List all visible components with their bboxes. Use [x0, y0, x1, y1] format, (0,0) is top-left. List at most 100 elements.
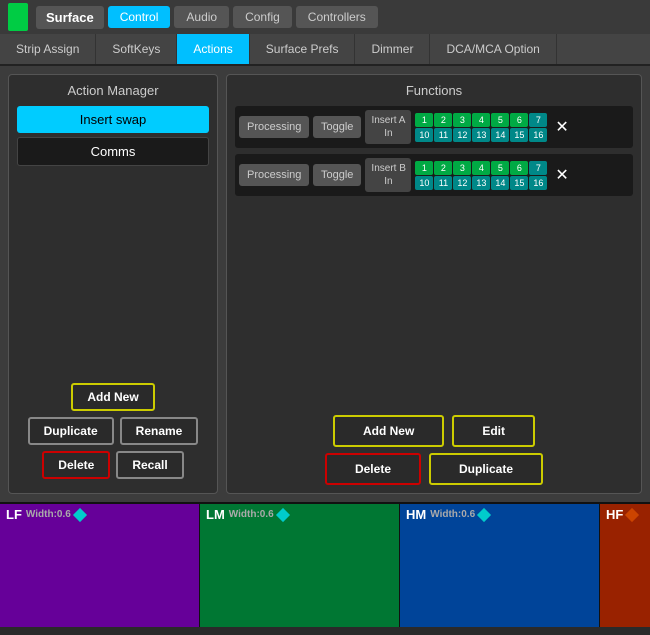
action-manager-title: Action Manager [17, 83, 209, 98]
action-item-comms[interactable]: Comms [17, 137, 209, 166]
functions-btn-area: Add New Edit Delete Duplicate [235, 415, 633, 485]
action-add-new-button[interactable]: Add New [71, 383, 154, 411]
num-cell[interactable]: 13 [472, 128, 490, 142]
func-close-1[interactable]: ✕ [551, 117, 572, 137]
func-tag-1: Processing [239, 116, 309, 138]
num-cell[interactable]: 2 [434, 113, 452, 127]
tab-audio[interactable]: Audio [174, 6, 229, 28]
num-cell[interactable]: 1 [415, 113, 433, 127]
action-delete-button[interactable]: Delete [42, 451, 110, 479]
num-cell[interactable]: 3 [453, 161, 471, 175]
eq-header-hf: HF [600, 504, 650, 525]
num-cell[interactable]: 3 [453, 113, 471, 127]
action-list: Insert swap Comms [17, 106, 209, 383]
eq-label-hm: HM [406, 507, 426, 522]
nav-softkeys[interactable]: SoftKeys [96, 34, 177, 64]
num-cell[interactable]: 10 [415, 128, 433, 142]
num-cell[interactable]: 14 [491, 128, 509, 142]
tab-config[interactable]: Config [233, 6, 292, 28]
nav-surface-prefs[interactable]: Surface Prefs [250, 34, 356, 64]
num-cell[interactable]: 14 [491, 176, 509, 190]
func-delete-button[interactable]: Delete [325, 453, 421, 485]
func-toggle-1[interactable]: Toggle [313, 116, 361, 138]
num-cell[interactable]: 16 [529, 128, 547, 142]
functions-list: Processing Toggle Insert A In 1 2 3 4 5 … [235, 106, 633, 407]
logo-green [8, 3, 28, 31]
eq-label-hf: HF [606, 507, 623, 522]
add-new-row: Add New [17, 383, 209, 411]
top-bar: Surface Control Audio Config Controllers [0, 0, 650, 34]
functions-title: Functions [235, 83, 633, 98]
eq-section-lf: LF Width:0.6 [0, 504, 200, 627]
main-content: Action Manager Insert swap Comms Add New… [0, 66, 650, 502]
num-cell[interactable]: 10 [415, 176, 433, 190]
eq-section-lm: LM Width:0.6 [200, 504, 400, 627]
num-cell[interactable]: 6 [510, 113, 528, 127]
num-cell[interactable]: 15 [510, 128, 528, 142]
function-row-1: Processing Toggle Insert A In 1 2 3 4 5 … [235, 106, 633, 148]
num-cell[interactable]: 16 [529, 176, 547, 190]
nav-bar: Strip Assign SoftKeys Actions Surface Pr… [0, 34, 650, 66]
surface-label: Surface [36, 6, 104, 29]
num-cell[interactable]: 13 [472, 176, 490, 190]
dup-rename-row: Duplicate Rename [17, 417, 209, 445]
func-num-grid-1a: 1 2 3 4 5 6 7 10 11 12 13 14 15 16 [415, 113, 547, 142]
func-edit-button[interactable]: Edit [452, 415, 535, 447]
nav-actions[interactable]: Actions [177, 34, 249, 64]
nav-dimmer[interactable]: Dimmer [355, 34, 430, 64]
action-rename-button[interactable]: Rename [120, 417, 199, 445]
eq-bar: LF Width:0.6 LM Width:0.6 HM Width:0.6 H… [0, 502, 650, 627]
tab-control[interactable]: Control [108, 6, 171, 28]
action-duplicate-button[interactable]: Duplicate [28, 417, 114, 445]
func-insert-2: Insert B In [365, 158, 411, 192]
num-cell[interactable]: 15 [510, 176, 528, 190]
num-cell[interactable]: 1 [415, 161, 433, 175]
eq-section-hf: HF [600, 504, 650, 627]
del-recall-row: Delete Recall [17, 451, 209, 479]
eq-body-hm [400, 525, 599, 627]
func-toggle-2[interactable]: Toggle [313, 164, 361, 186]
eq-body-lm [200, 525, 399, 627]
eq-width-lm: Width:0.6 [229, 509, 274, 520]
eq-body-lf [0, 525, 199, 627]
tab-controllers[interactable]: Controllers [296, 6, 378, 28]
func-tag-2: Processing [239, 164, 309, 186]
func-num-grid-2a: 1 2 3 4 5 6 7 10 11 12 13 14 15 16 [415, 161, 547, 190]
num-cell[interactable]: 5 [491, 113, 509, 127]
eq-diamond-lf[interactable] [73, 507, 87, 521]
func-duplicate-button[interactable]: Duplicate [429, 453, 543, 485]
eq-label-lf: LF [6, 507, 22, 522]
num-cell[interactable]: 4 [472, 161, 490, 175]
functions-panel: Functions Processing Toggle Insert A In … [226, 74, 642, 494]
action-recall-button[interactable]: Recall [116, 451, 183, 479]
eq-label-lm: LM [206, 507, 225, 522]
func-insert-1: Insert A In [365, 110, 411, 144]
num-cell[interactable]: 7 [529, 113, 547, 127]
action-manager-panel: Action Manager Insert swap Comms Add New… [8, 74, 218, 494]
eq-body-hf [600, 525, 650, 627]
eq-diamond-hf[interactable] [625, 507, 639, 521]
eq-width-hm: Width:0.6 [430, 509, 475, 520]
eq-section-hm: HM Width:0.6 [400, 504, 600, 627]
nav-strip-assign[interactable]: Strip Assign [0, 34, 96, 64]
eq-header-hm: HM Width:0.6 [400, 504, 599, 525]
num-cell[interactable]: 11 [434, 176, 452, 190]
num-cell[interactable]: 12 [453, 176, 471, 190]
func-btn-row-1: Add New Edit [235, 415, 633, 447]
num-cell[interactable]: 7 [529, 161, 547, 175]
eq-diamond-lm[interactable] [276, 507, 290, 521]
eq-diamond-hm[interactable] [477, 507, 491, 521]
num-cell[interactable]: 4 [472, 113, 490, 127]
eq-width-lf: Width:0.6 [26, 509, 71, 520]
nav-dca-mca[interactable]: DCA/MCA Option [430, 34, 556, 64]
num-cell[interactable]: 5 [491, 161, 509, 175]
action-item-insert-swap[interactable]: Insert swap [17, 106, 209, 133]
num-cell[interactable]: 6 [510, 161, 528, 175]
num-cell[interactable]: 12 [453, 128, 471, 142]
num-cell[interactable]: 2 [434, 161, 452, 175]
func-add-new-button[interactable]: Add New [333, 415, 444, 447]
func-close-2[interactable]: ✕ [551, 165, 572, 185]
eq-header-lm: LM Width:0.6 [200, 504, 399, 525]
eq-header-lf: LF Width:0.6 [0, 504, 199, 525]
num-cell[interactable]: 11 [434, 128, 452, 142]
